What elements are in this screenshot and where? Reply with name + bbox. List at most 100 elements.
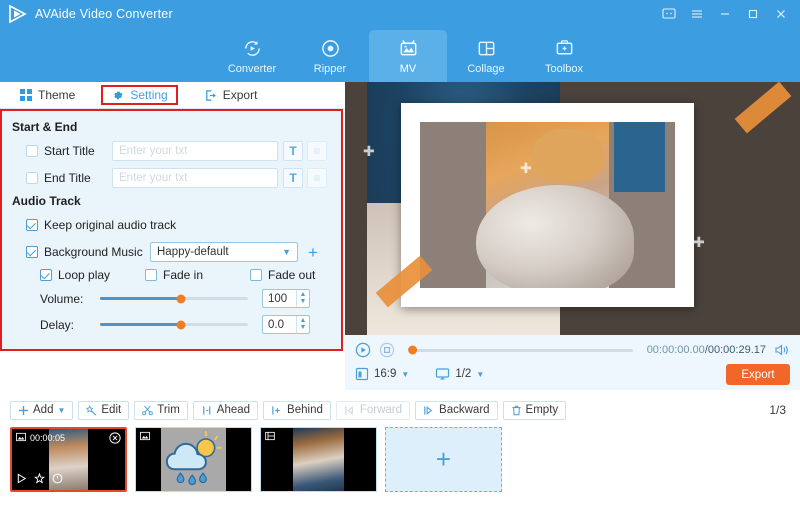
clip-1-close-icon[interactable] [109,432,121,447]
nav-item-toolbox[interactable]: Toolbox [525,30,603,82]
settings-panel: Start & End Start Title Enter your txt T… [0,109,343,351]
preview-canvas[interactable]: ✚ ✚ ✚ [345,82,800,335]
tab-export[interactable]: Export [198,86,264,104]
close-icon[interactable] [768,1,794,27]
move-forward-icon [344,405,356,416]
nav-item-mv[interactable]: MV [369,30,447,82]
timeline-clip-1[interactable]: 00:00:05 [10,427,127,492]
frame-photo [420,122,675,288]
menu-icon[interactable] [684,1,710,27]
fade-out-checkbox[interactable] [250,269,262,281]
photo-bg-blue [613,122,665,192]
fade-in-checkbox[interactable] [145,269,157,281]
delay-slider-fill [100,323,182,326]
export-button[interactable]: Export [726,364,790,385]
end-title-input[interactable]: Enter your txt [112,168,278,188]
empty-button[interactable]: Empty [502,400,567,420]
play-circle-icon[interactable] [355,342,371,358]
chevron-down-icon[interactable]: ▼ [57,406,65,415]
volume-stepper-arrows[interactable]: ▲ ▼ [296,290,309,307]
clip-1-badge: 00:00:05 [16,432,65,444]
photo-cat-head [532,128,604,182]
sparkle-right-icon: ✚ [693,234,705,250]
stop-circle-icon[interactable] [379,342,395,358]
timeline-clip-3[interactable] [260,427,377,492]
clip-clock-icon[interactable] [52,473,63,487]
nav-item-converter[interactable]: Converter [213,30,291,82]
clip-play-icon[interactable] [16,473,27,487]
nav-item-ripper[interactable]: Ripper [291,30,369,82]
speaker-icon[interactable] [774,343,790,357]
loop-play-checkbox[interactable] [40,269,52,281]
film-icon [265,431,275,443]
export-arrow-icon [204,89,217,102]
add-clip-tile[interactable]: + [385,427,502,492]
keep-original-audio-row[interactable]: Keep original audio track [12,214,331,236]
tab-label: Setting [130,88,168,102]
add-button[interactable]: Add ▼ [10,400,74,420]
background-music-checkbox[interactable] [26,246,38,258]
fade-in-option[interactable]: Fade in [145,268,250,282]
audio-track-section-title: Audio Track [12,194,81,208]
fade-out-option[interactable]: Fade out [250,268,315,282]
start-text-style-button[interactable]: T [283,141,303,161]
sparkle-left-icon: ✚ [363,143,375,159]
ahead-button[interactable]: Ahead [192,400,259,420]
feedback-icon[interactable] [656,1,682,27]
start-title-label: Start Title [44,144,95,158]
audio-options-row: Loop play Fade in Fade out [12,268,331,282]
delay-slider[interactable] [100,320,248,329]
background-music-select[interactable]: Happy-default ▼ [150,242,298,262]
loop-play-option[interactable]: Loop play [40,268,145,282]
timeline-clip-2[interactable] [135,427,252,492]
edit-label: Edit [101,404,122,416]
clip-2-badge [140,431,154,443]
keep-original-audio-checkbox[interactable] [26,219,38,231]
chevron-down-icon[interactable]: ▼ [476,370,484,379]
chevron-down-icon: ▼ [282,247,291,257]
player-options-row: 16:9 ▼ 1/2 ▼ Export [355,364,790,385]
volume-slider-knob[interactable] [176,294,186,303]
volume-value: 100 [268,292,288,305]
seek-knob[interactable] [408,345,418,355]
weather-image [161,428,226,491]
add-music-button[interactable]: + [308,244,318,261]
tab-setting[interactable]: Setting [101,85,178,105]
backward-button[interactable]: Backward [415,400,498,420]
trim-button[interactable]: Trim [134,400,188,420]
frame-inner-mat [412,114,683,296]
total-time: 00:00:29.17 [707,344,766,356]
insert-behind-icon [271,405,283,416]
clip-star-icon[interactable] [33,472,46,487]
screen-scale-control[interactable]: 1/2 ▼ [435,367,484,381]
edit-button[interactable]: Edit [78,400,130,420]
end-title-checkbox[interactable] [26,172,38,184]
timeline-strip: 00:00:05 + [0,424,800,510]
start-title-input[interactable]: Enter your txt [112,141,278,161]
disc-icon [320,38,341,60]
volume-slider[interactable] [100,294,248,303]
aspect-ratio-control[interactable]: 16:9 ▼ [355,367,409,381]
tab-theme[interactable]: Theme [14,86,81,104]
delay-row: Delay: 0.0 ▲ ▼ [12,315,331,334]
nav-item-collage[interactable]: Collage [447,30,525,82]
maximize-icon[interactable] [740,1,766,27]
seek-slider[interactable] [408,345,633,355]
chevron-down-icon[interactable]: ▼ [401,370,409,379]
scissors-icon [142,405,154,416]
volume-stepper[interactable]: 100 ▲ ▼ [262,289,310,308]
main-nav: Converter Ripper MV Collage Toolbox [0,28,800,82]
image-icon [140,431,150,443]
behind-button[interactable]: Behind [263,400,331,420]
end-text-style-button[interactable]: T [283,168,303,188]
minimize-icon[interactable] [712,1,738,27]
magic-wand-icon [86,404,97,416]
forward-label: Forward [359,404,403,416]
mv-picture-icon [398,38,419,60]
clip-toolbar: Add ▼ Edit Trim Ahead Behind Forward Bac… [0,396,800,424]
delay-stepper[interactable]: 0.0 ▲ ▼ [262,315,310,334]
delay-stepper-arrows[interactable]: ▲ ▼ [296,316,309,333]
start-title-checkbox[interactable] [26,145,38,157]
delay-label: Delay: [40,317,75,332]
delay-slider-knob[interactable] [176,320,186,329]
